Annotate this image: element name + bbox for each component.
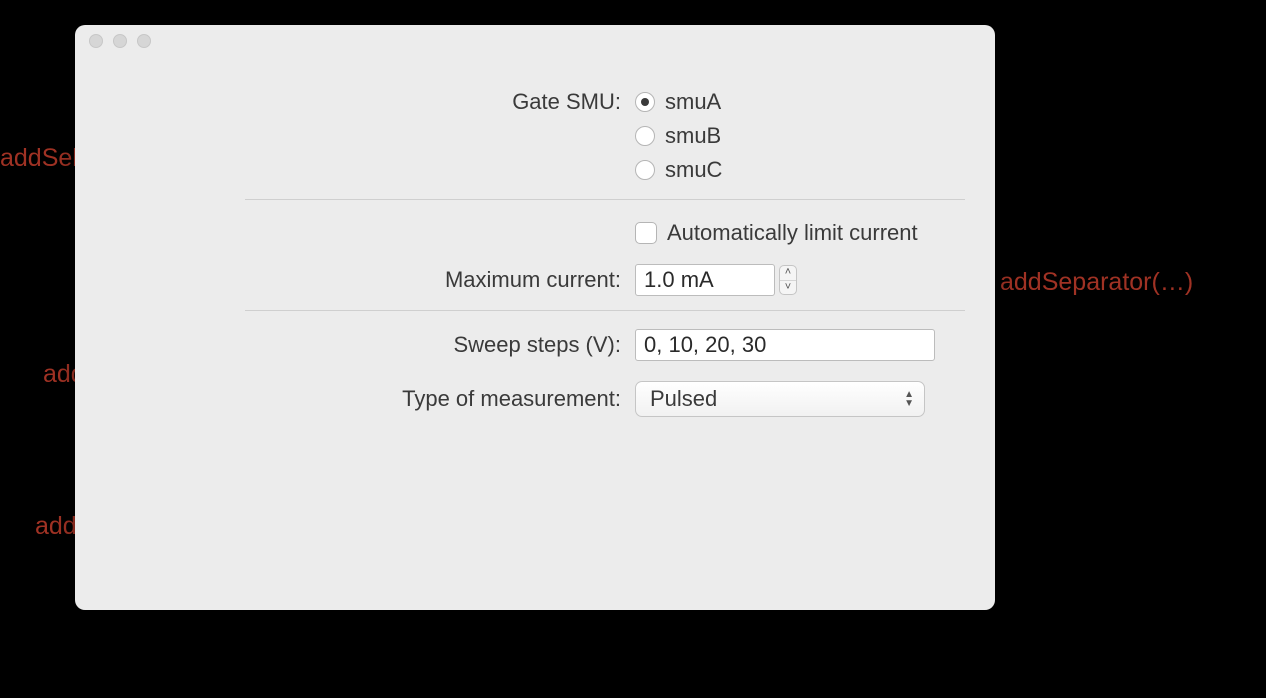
zoom-button[interactable]	[137, 34, 151, 48]
sweep-steps-row: Sweep steps (V):	[75, 329, 955, 361]
gate-smu-options: smuA smuB smuC	[635, 87, 955, 185]
max-current-spinbox: ˄ ˅	[635, 264, 797, 296]
separator	[245, 310, 965, 311]
updown-icon: ▲▼	[904, 390, 914, 408]
separator	[245, 199, 965, 200]
auto-limit-checkbox[interactable]: Automatically limit current	[635, 218, 918, 248]
settings-window: Gate SMU: smuA smuB smuC	[75, 25, 995, 610]
radio-icon	[635, 92, 655, 112]
max-current-input[interactable]	[635, 264, 775, 296]
gate-smu-label: Gate SMU:	[75, 87, 635, 117]
chevron-down-icon[interactable]: ˅	[780, 281, 796, 295]
gate-smu-option-smuB[interactable]: smuB	[635, 121, 955, 151]
gate-smu-option-label: smuC	[665, 155, 722, 185]
close-button[interactable]	[89, 34, 103, 48]
max-current-stepper[interactable]: ˄ ˅	[779, 265, 797, 295]
sweep-steps-label: Sweep steps (V):	[75, 330, 635, 360]
sweep-steps-input[interactable]	[635, 329, 935, 361]
gate-smu-option-label: smuB	[665, 121, 721, 151]
max-current-label: Maximum current:	[75, 265, 635, 295]
meas-type-row: Type of measurement: Pulsed ▲▼	[75, 381, 955, 417]
radio-icon	[635, 126, 655, 146]
gate-smu-option-smuC[interactable]: smuC	[635, 155, 955, 185]
titlebar	[75, 25, 995, 57]
auto-limit-row: Automatically limit current	[75, 218, 955, 248]
annot-separator: addSeparator(…)	[1000, 268, 1193, 297]
meas-type-value: Pulsed	[650, 386, 717, 412]
auto-limit-label: Automatically limit current	[667, 218, 918, 248]
minimize-button[interactable]	[113, 34, 127, 48]
checkbox-icon	[635, 222, 657, 244]
meas-type-select[interactable]: Pulsed ▲▼	[635, 381, 925, 417]
meas-type-label: Type of measurement:	[75, 384, 635, 414]
radio-icon	[635, 160, 655, 180]
form: Gate SMU: smuA smuB smuC	[75, 57, 995, 417]
gate-smu-option-smuA[interactable]: smuA	[635, 87, 955, 117]
gate-smu-row: Gate SMU: smuA smuB smuC	[75, 87, 955, 185]
gate-smu-option-label: smuA	[665, 87, 721, 117]
max-current-row: Maximum current: ˄ ˅	[75, 264, 955, 296]
chevron-up-icon[interactable]: ˄	[780, 266, 796, 281]
